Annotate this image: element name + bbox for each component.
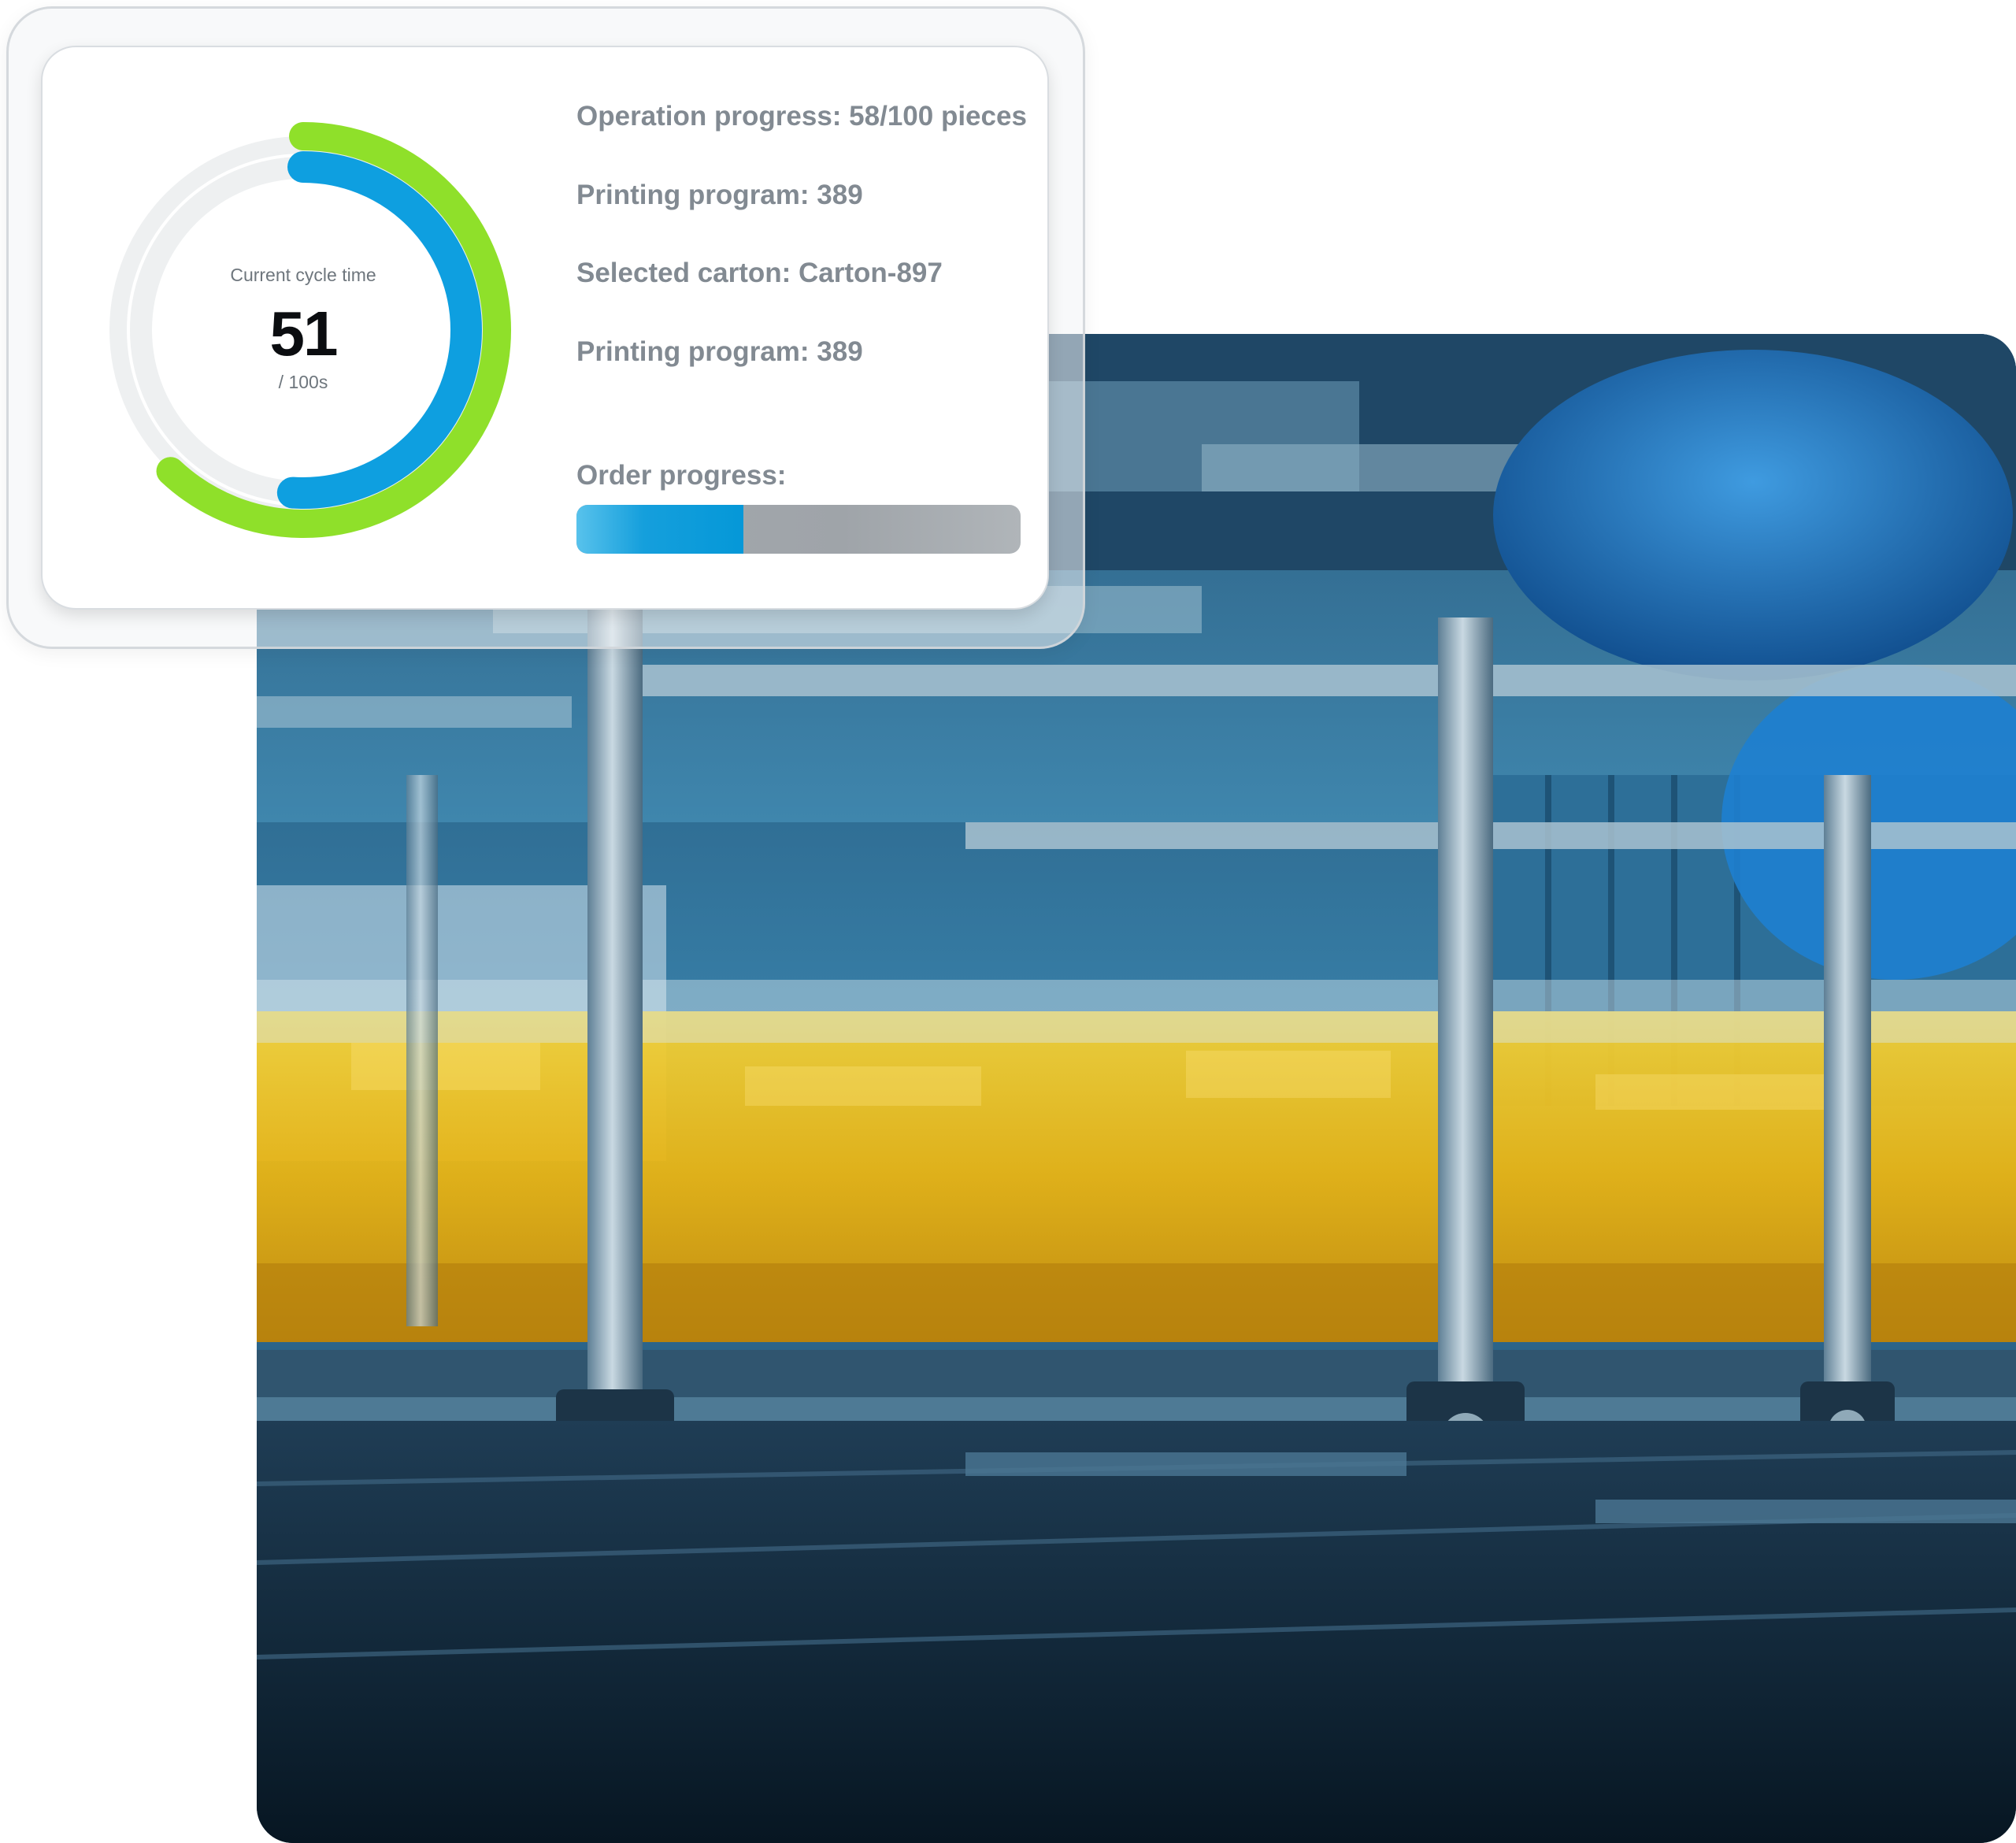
- gauge-value: 51: [269, 299, 339, 369]
- gauge-unit: / 100s: [278, 372, 328, 392]
- order-progress-label: Order progress:: [576, 460, 787, 491]
- order-progress-fill: [576, 505, 743, 554]
- printing-program-text-secondary: Printing program: 389: [576, 336, 863, 367]
- selected-carton-text: Selected carton: Carton-897: [576, 258, 943, 288]
- cycle-time-gauge: Current cycle time 51 / 100s: [88, 115, 518, 545]
- gauge-center: Current cycle time 51 / 100s: [88, 115, 518, 545]
- operation-progress-text: Operation progress: 58/100 pieces: [576, 101, 1027, 132]
- printing-program-text: Printing program: 389: [576, 180, 863, 210]
- order-progress-bar: [576, 505, 1021, 554]
- gauge-label: Current cycle time: [230, 265, 376, 285]
